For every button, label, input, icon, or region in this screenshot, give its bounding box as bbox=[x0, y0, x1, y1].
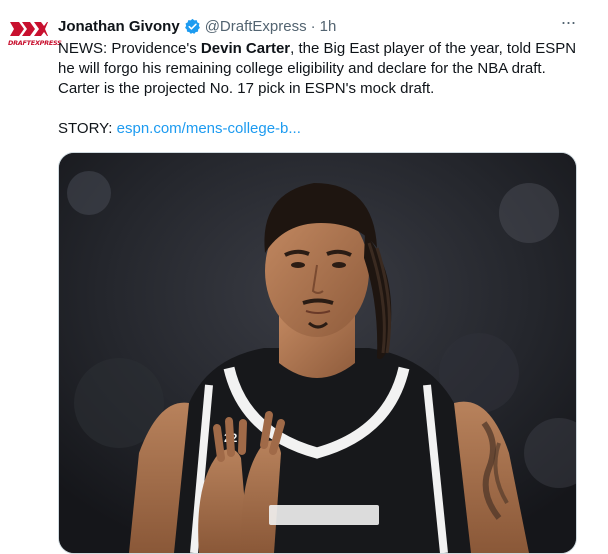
separator-dot: · bbox=[310, 17, 316, 35]
story-link[interactable]: espn.com/mens-college-b... bbox=[117, 120, 301, 137]
tweet-header: Jonathan Givony @DraftExpress · 1h bbox=[58, 15, 336, 37]
tweet-text-line-1: NEWS: Providence's Devin Carter, the Big… bbox=[58, 39, 588, 59]
tweet-text-segment: NEWS: Providence's bbox=[58, 40, 201, 57]
draftexpress-logo-icon bbox=[10, 22, 48, 36]
tweet-text: NEWS: Providence's Devin Carter, the Big… bbox=[58, 39, 588, 139]
tweet-text-line-3: Carter is the projected No. 17 pick in E… bbox=[58, 80, 435, 97]
basketball-player-photo: 22 bbox=[59, 153, 576, 553]
story-label: STORY: bbox=[58, 120, 117, 137]
author-display-name[interactable]: Jonathan Givony bbox=[58, 18, 180, 35]
verified-badge-icon[interactable] bbox=[184, 18, 201, 35]
tweet-timestamp[interactable]: 1h bbox=[320, 18, 337, 35]
tweet-media-photo[interactable]: 22 bbox=[58, 152, 577, 554]
tweet-text-line-story: STORY: espn.com/mens-college-b... bbox=[58, 119, 588, 139]
avatar[interactable]: DRAFTEXPRESS bbox=[8, 20, 62, 50]
tweet-text-line-2: he will forgo his remaining college elig… bbox=[58, 60, 546, 77]
author-handle[interactable]: @DraftExpress bbox=[205, 18, 307, 35]
avatar-logo-text: DRAFTEXPRESS bbox=[8, 39, 62, 47]
tweet-text-segment: , the Big East player of the year, told … bbox=[290, 40, 577, 57]
more-options-icon[interactable]: ··· bbox=[558, 13, 578, 33]
tweet[interactable]: DRAFTEXPRESS Jonathan Givony @DraftExpre… bbox=[0, 0, 608, 554]
player-name-bold: Devin Carter bbox=[200, 40, 291, 57]
